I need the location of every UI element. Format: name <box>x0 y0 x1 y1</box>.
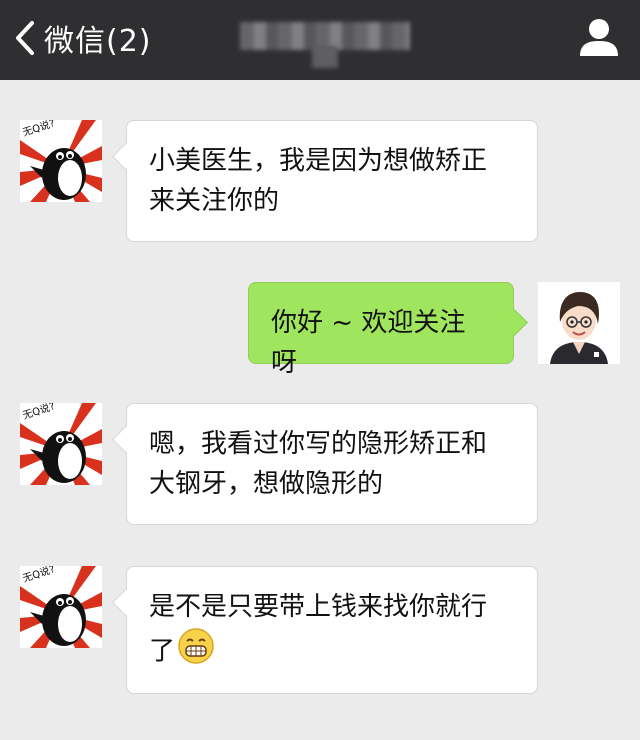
chevron-left-icon <box>14 20 36 56</box>
message-bubble[interactable]: 是不是只要带上钱来找你就行 了 <box>126 566 538 694</box>
chat-header: 微信(2) <box>0 0 640 80</box>
penguin-avatar[interactable]: 无Q说? <box>20 403 102 485</box>
profile-button[interactable] <box>578 16 620 58</box>
back-label: 微信(2) <box>44 24 152 59</box>
message-line: 大钢牙，想做隐形的 <box>149 469 384 499</box>
penguin-avatar[interactable]: 无Q说? <box>20 566 102 648</box>
back-button[interactable]: 微信(2) <box>14 14 152 62</box>
penguin-avatar[interactable]: 无Q说? <box>20 120 102 202</box>
message-line: 小美医生，我是因为想做矫正 <box>149 146 488 176</box>
blurred-contact-name-fragment <box>312 46 338 68</box>
message-bubble[interactable]: 嗯，我看过你写的隐形矫正和 大钢牙，想做隐形的 <box>126 403 538 525</box>
message-line: 来关注你的 <box>149 186 280 216</box>
message-bubble[interactable]: 小美医生，我是因为想做矫正 来关注你的 <box>126 120 538 242</box>
message-line: 你好 ~ 欢迎关注呀 <box>271 308 466 378</box>
message-bubble[interactable]: 你好 ~ 欢迎关注呀 <box>248 282 514 378</box>
message-line-text: 了 <box>149 636 176 667</box>
message-line: 了 <box>149 627 515 677</box>
doctor-avatar[interactable] <box>538 282 620 364</box>
message-line: 是不是只要带上钱来找你就行 <box>149 592 488 622</box>
grinning-face-icon <box>177 627 215 677</box>
message-line: 嗯，我看过你写的隐形矫正和 <box>149 429 488 459</box>
person-icon <box>578 19 620 62</box>
